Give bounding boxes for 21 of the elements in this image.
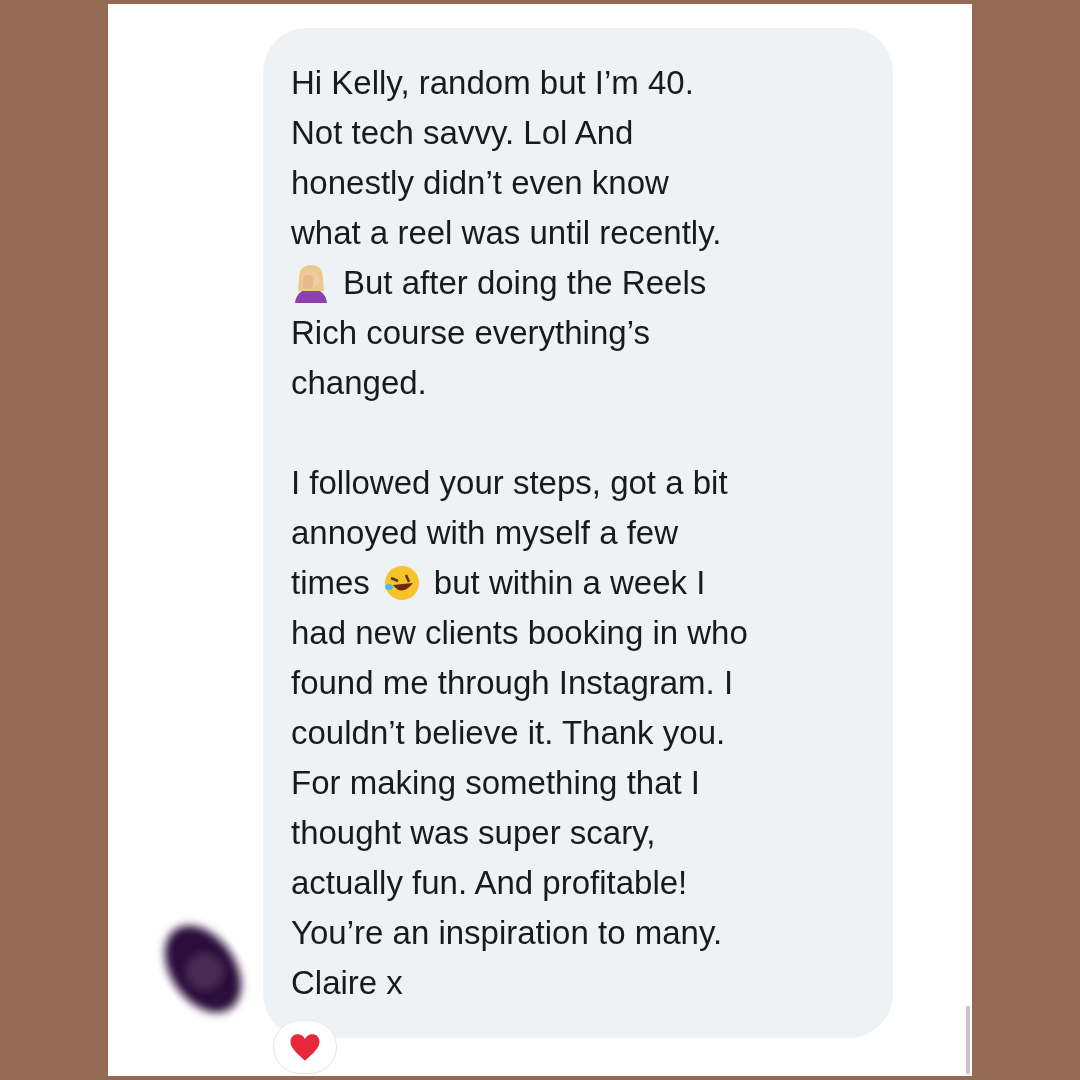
message-text: honestly didn’t even know — [291, 164, 669, 202]
message-text: You’re an inspiration to many. — [291, 914, 723, 952]
message-text: changed. — [291, 364, 427, 402]
reaction-badge[interactable] — [273, 1020, 337, 1074]
message-text: thought was super scary, — [291, 814, 656, 852]
message-text: Rich course everything’s — [291, 314, 650, 352]
message-text: For making something that I — [291, 764, 701, 802]
message-text: found me through Instagram. I — [291, 664, 734, 702]
message-text: but within a week I — [433, 564, 706, 602]
message-text: Hi Kelly, random but I’m 40. — [291, 64, 694, 102]
message-text: But after doing the Reels — [343, 264, 707, 302]
message-text: had new clients booking in who — [291, 614, 748, 652]
message-text: Not tech savvy. Lol And — [291, 114, 634, 152]
message-text: what a reel was until recently. — [291, 214, 722, 252]
message-text: I followed your steps, got a bit — [291, 464, 728, 502]
message-text: Claire x — [291, 964, 403, 1002]
message-text: couldn’t believe it. Thank you. — [291, 714, 726, 752]
message-text: times — [291, 564, 370, 602]
message-text: annoyed with myself a few — [291, 514, 679, 552]
message-text: actually fun. And profitable! — [291, 864, 688, 902]
heart-icon — [289, 1032, 321, 1062]
